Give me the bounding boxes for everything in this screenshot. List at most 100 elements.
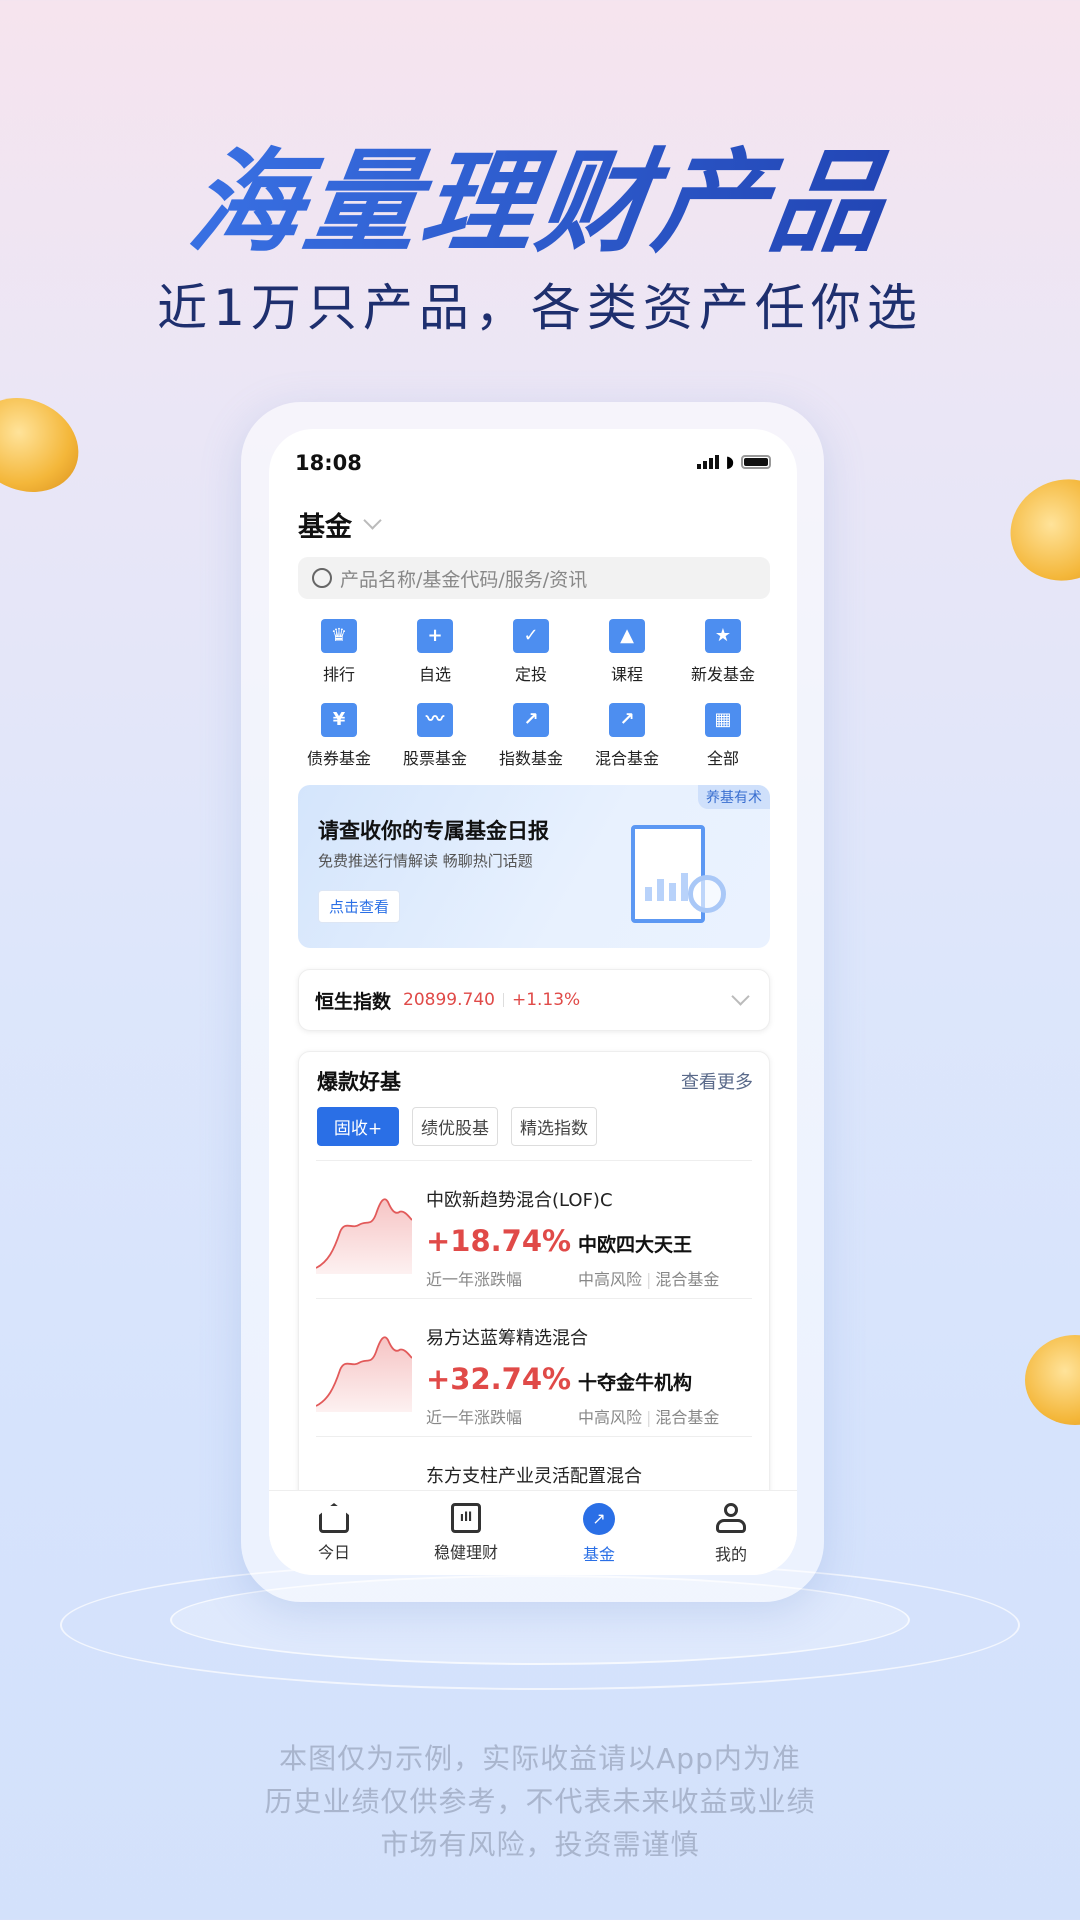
page-title-label: 基金 bbox=[298, 512, 352, 543]
daily-report-banner[interactable]: 养基有术 请查收你的专属基金日报 免费推送行情解读 畅聊热门话题 点击查看 bbox=[298, 785, 770, 948]
fund-name: 东方支柱产业灵活配置混合 bbox=[426, 1466, 642, 1487]
tab-0[interactable]: 固收+ bbox=[317, 1107, 399, 1146]
nav-label: 基金 bbox=[582, 1545, 615, 1564]
grid-item-9[interactable]: ▦ 全部 bbox=[675, 703, 771, 769]
grid-item-label: 新发基金 bbox=[690, 665, 755, 684]
search-placeholder: 产品名称/基金代码/服务/资讯 bbox=[340, 568, 588, 591]
nav-label: 今日 bbox=[317, 1543, 350, 1562]
fund-tag: 十夺金牛机构 bbox=[578, 1372, 693, 1394]
grid-item-8[interactable]: ↗ 混合基金 bbox=[579, 703, 675, 769]
view-more-link[interactable]: 查看更多 bbox=[681, 1068, 753, 1094]
chevron-down-icon[interactable] bbox=[731, 986, 750, 1006]
fund-name: 易方达蓝筹精选混合 bbox=[426, 1328, 588, 1349]
bookmark-plus-icon: + bbox=[417, 619, 453, 653]
grid-item-5[interactable]: ¥ 债券基金 bbox=[291, 703, 387, 769]
fund-meta: 中高风险 | 混合基金 bbox=[578, 1270, 720, 1289]
banner-subtitle: 免费推送行情解读 畅聊热门话题 bbox=[318, 852, 533, 870]
status-icons: ◗ bbox=[696, 452, 771, 471]
search-icon bbox=[312, 568, 332, 588]
grid-icon: ▦ bbox=[705, 703, 741, 737]
status-time: 18:08 bbox=[295, 451, 362, 475]
coin-decoration bbox=[0, 380, 94, 510]
graduation-cap-icon: ▲ bbox=[609, 619, 645, 653]
index-change: +1.13% bbox=[511, 990, 581, 1010]
grid-item-label: 自选 bbox=[418, 665, 451, 684]
grid-item-6[interactable]: 〰股票基金 bbox=[387, 703, 483, 769]
disclaimer-line: 历史业绩仅供参考，不代表未来收益或业绩 bbox=[264, 1785, 816, 1818]
disclaimer-line: 本图仅为示例，实际收益请以App内为准 bbox=[279, 1742, 801, 1775]
index-card[interactable]: 恒生指数 20899.740 +1.13% bbox=[298, 969, 770, 1031]
fund-tag: 中欧四大天王 bbox=[578, 1234, 693, 1256]
nav-item-0[interactable]: 今日 bbox=[284, 1503, 384, 1563]
nav-label: 我的 bbox=[714, 1545, 747, 1564]
search-input[interactable]: 产品名称/基金代码/服务/资讯 bbox=[298, 557, 770, 599]
trophy-icon: ♛ bbox=[321, 619, 357, 653]
user-icon bbox=[716, 1503, 746, 1535]
magnifier-icon bbox=[688, 875, 726, 913]
page-title[interactable]: 基金 bbox=[298, 505, 382, 544]
fund-return: +32.74% bbox=[426, 1362, 572, 1396]
hero-subtitle: 近1万只产品，各类资产任你选 bbox=[157, 279, 923, 337]
return-label: 近一年涨跌幅 bbox=[426, 1270, 523, 1289]
coin-decoration bbox=[1025, 1335, 1080, 1425]
grid-item-1[interactable]: + 自选 bbox=[387, 619, 483, 685]
fund-type: 混合基金 bbox=[655, 1408, 720, 1427]
home-icon bbox=[319, 1503, 349, 1533]
signal-icon bbox=[696, 455, 719, 469]
grid-item-label: 全部 bbox=[706, 749, 739, 768]
bottom-nav: 今日 ıll 稳健理财 ↗ 基金 我的 bbox=[269, 1490, 797, 1575]
grid-item-label: 定投 bbox=[514, 665, 547, 684]
fund-meta: 中高风险 | 混合基金 bbox=[578, 1408, 720, 1427]
return-label: 近一年涨跌幅 bbox=[426, 1408, 523, 1427]
fund-return: +18.74% bbox=[426, 1224, 572, 1258]
grid-item-2[interactable]: ✓ 定投 bbox=[483, 619, 579, 685]
hero-title: 海量理财产品 bbox=[0, 112, 1080, 274]
grid-item-label: 混合基金 bbox=[594, 749, 659, 768]
grid-item-label: 股票基金 bbox=[402, 749, 467, 768]
risk-level: 中高风险 bbox=[578, 1408, 643, 1427]
fund-type: 混合基金 bbox=[655, 1270, 720, 1289]
nav-label: 稳健理财 bbox=[433, 1543, 498, 1562]
banner-tag: 养基有术 bbox=[698, 785, 770, 809]
grid-item-0[interactable]: ♛ 排行 bbox=[291, 619, 387, 685]
nav-item-3[interactable]: 我的 bbox=[681, 1503, 781, 1565]
bag-star-icon: ★ bbox=[705, 619, 741, 653]
fund-row[interactable]: 易方达蓝筹精选混合 +32.74% 近一年涨跌幅 十夺金牛机构 中高风险 | 混合基金 bbox=[316, 1300, 752, 1436]
grid-item-3[interactable]: ▲ 课程 bbox=[579, 619, 675, 685]
grid-item-label: 排行 bbox=[322, 665, 355, 684]
fund-name: 中欧新趋势混合(LOF)C bbox=[426, 1190, 613, 1211]
section-title: 爆款好基 bbox=[317, 1070, 401, 1094]
disclaimer-line: 市场有风险，投资需谨慎 bbox=[380, 1828, 700, 1861]
phone-screen: 18:08 ◗ 基金 产品名称/基金代码/服务/资讯 ♛ 排行 + 自选 ✓ 定投 ▲ 课程 ★… bbox=[269, 429, 797, 1575]
tab-2[interactable]: 精选指数 bbox=[511, 1107, 597, 1146]
view-button[interactable]: 点击查看 bbox=[318, 890, 401, 923]
battery-icon bbox=[741, 455, 771, 469]
grid-item-label: 指数基金 bbox=[498, 749, 563, 768]
fund-tabs: 固收+ 绩优股基 精选指数 bbox=[317, 1107, 597, 1146]
wifi-icon: ◗ bbox=[725, 452, 734, 471]
tab-1[interactable]: 绩优股基 bbox=[412, 1107, 498, 1146]
nav-item-2[interactable]: ↗ 基金 bbox=[549, 1503, 649, 1565]
quick-grid: ♛ 排行 + 自选 ✓ 定投 ▲ 课程 ★ 新发基金 ¥ 债券基金〰股票基金 ↗ 指数基金 ↗ 混合基金 ▦ 全部 bbox=[291, 619, 781, 769]
fund-icon: ↗ bbox=[583, 1503, 615, 1535]
coin-decoration bbox=[996, 464, 1080, 596]
grid-item-label: 债券基金 bbox=[306, 749, 371, 768]
ticket-yen-icon: ¥ bbox=[321, 703, 357, 737]
fund-row[interactable]: 中欧新趋势混合(LOF)C +18.74% 近一年涨跌幅 中欧四大天王 中高风险 |… bbox=[316, 1162, 752, 1298]
calendar-check-icon: ✓ bbox=[513, 619, 549, 653]
fund-sparkline bbox=[316, 1198, 412, 1274]
fund-sparkline bbox=[316, 1336, 412, 1412]
stock-chart-icon: 〰 bbox=[417, 703, 453, 737]
grid-item-7[interactable]: ↗ 指数基金 bbox=[483, 703, 579, 769]
risk-level: 中高风险 bbox=[578, 1270, 643, 1289]
grid-item-label: 课程 bbox=[610, 665, 643, 684]
banner-title: 请查收你的专属基金日报 bbox=[318, 819, 549, 843]
trend-up-icon: ↗ bbox=[513, 703, 549, 737]
chevron-down-icon bbox=[363, 511, 382, 530]
index-value: 20899.740 bbox=[403, 990, 495, 1010]
index-name: 恒生指数 bbox=[315, 990, 392, 1013]
grid-item-4[interactable]: ★ 新发基金 bbox=[675, 619, 771, 685]
nav-item-1[interactable]: ıll 稳健理财 bbox=[416, 1503, 516, 1563]
stacked-chart-icon: ↗ bbox=[609, 703, 645, 737]
bar-chart-icon: ıll bbox=[451, 1503, 481, 1533]
